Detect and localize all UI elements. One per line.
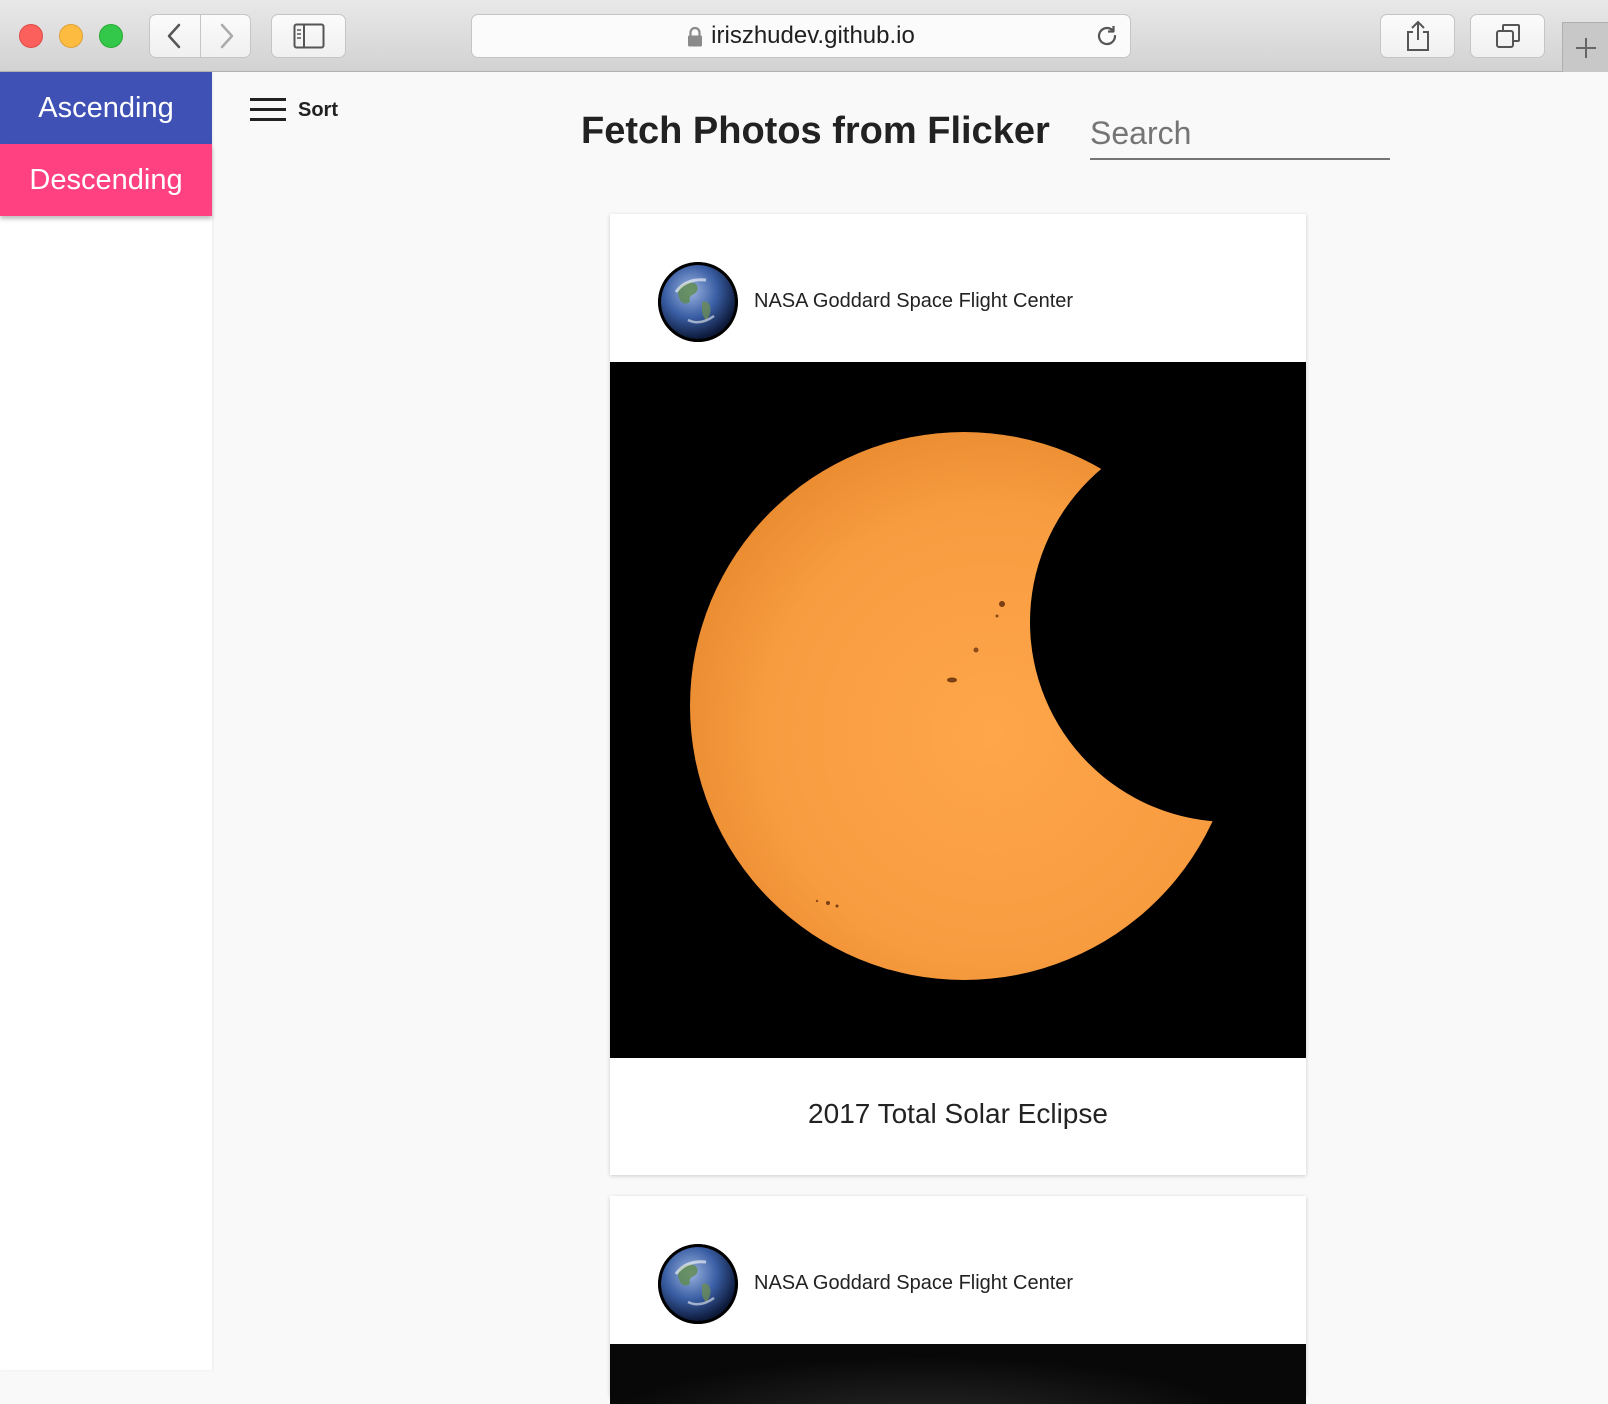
browser-toolbar: iriszhudev.github.io <box>0 0 1608 72</box>
author-name: NASA Goddard Space Flight Center <box>754 1272 1074 1294</box>
new-tab-button[interactable] <box>1562 22 1608 72</box>
card-header: NASA Goddard Space Flight Center <box>610 214 1306 362</box>
eclipse-image <box>610 362 1306 1058</box>
avatar <box>658 262 738 342</box>
back-button[interactable] <box>149 14 201 58</box>
menu-icon <box>250 98 286 122</box>
sort-menu-toggle[interactable]: Sort <box>250 96 338 124</box>
share-icon <box>1406 20 1429 51</box>
address-bar[interactable]: iriszhudev.github.io <box>471 14 1131 58</box>
avatar <box>658 1244 738 1324</box>
photo-image[interactable] <box>610 362 1306 1058</box>
forward-button[interactable] <box>201 14 251 58</box>
sort-ascending-button[interactable]: Ascending <box>0 72 212 144</box>
tabs-icon <box>1495 24 1520 48</box>
earth-icon <box>658 262 738 342</box>
sort-label: Sort <box>298 98 338 121</box>
photo-card: NASA Goddard Space Flight Center <box>610 214 1306 1175</box>
page-content: Ascending Descending Sort Fetch Photos f… <box>0 72 1608 1404</box>
page-title: Fetch Photos from Flicker <box>581 110 1050 152</box>
sidebar-button[interactable] <box>271 14 346 58</box>
show-tabs-button[interactable] <box>1470 14 1545 58</box>
minimize-window-button[interactable] <box>59 24 83 48</box>
plus-icon <box>1575 37 1596 58</box>
photo-image[interactable] <box>610 1344 1306 1404</box>
photo-card: NASA Goddard Space Flight Center <box>610 1196 1306 1404</box>
photo-caption: 2017 Total Solar Eclipse <box>808 1098 1108 1129</box>
lock-icon <box>688 26 703 47</box>
share-button[interactable] <box>1380 14 1455 58</box>
close-window-button[interactable] <box>19 24 43 48</box>
address-url[interactable]: iriszhudev.github.io <box>472 15 1130 57</box>
chevron-right-icon <box>220 23 233 49</box>
card-header: NASA Goddard Space Flight Center <box>610 1196 1306 1344</box>
search-input[interactable] <box>1090 108 1390 160</box>
url-text: iriszhudev.github.io <box>711 22 915 49</box>
earth-icon <box>658 1244 738 1324</box>
author-name: NASA Goddard Space Flight Center <box>754 290 1074 312</box>
sort-descending-button[interactable]: Descending <box>0 144 212 216</box>
maximize-window-button[interactable] <box>99 24 123 48</box>
chevron-left-icon <box>167 23 181 49</box>
sidebar-icon <box>293 23 324 49</box>
reload-icon[interactable] <box>1094 23 1120 49</box>
sort-drawer: Ascending Descending <box>0 72 212 1370</box>
